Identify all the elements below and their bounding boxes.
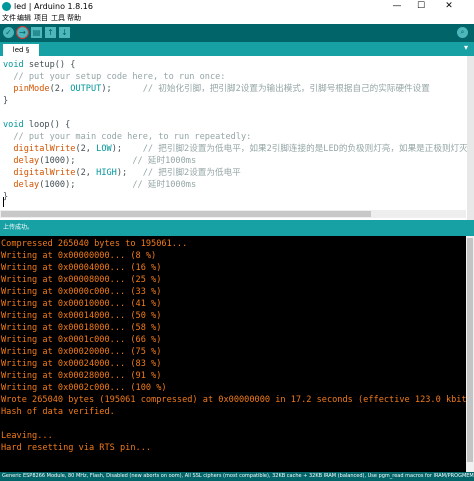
close-button[interactable]: ✕ [438,0,460,13]
code-line: pinMode(2, OUTPUT); // 初始化引脚，把引脚2设置为输出模式… [3,83,430,95]
console-line: Writing at 0x00018000... (58 %) [1,323,162,333]
board-info-bar: Generic ESP8266 Module, 80 MHz, Flash, D… [0,472,474,481]
code-text: (2, [49,84,71,94]
code-editor[interactable]: void setup() { // put your setup code he… [0,56,474,220]
console-line: Writing at 0x00000000... (8 %) [1,251,157,261]
code-line: delay(1000); // 延时1000ms [3,179,196,191]
code-comment: // 延时1000ms [75,156,197,166]
code-keyword: void [3,120,24,130]
code-comment: // put your setup code here, to run once… [3,72,226,82]
code-line: void loop() { [3,119,70,131]
code-text: setup() { [23,60,76,70]
code-comment: // 把引脚2设置为低电平 [127,168,241,178]
console-line: Writing at 0x00014000... (50 %) [1,311,162,321]
code-function: delay [13,180,40,190]
code-line: digitalWrite(2, HIGH); // 把引脚2设置为低电平 [3,167,241,179]
window-title: led | Arduino 1.8.16 [14,2,93,11]
tab-led[interactable]: led § [3,44,39,56]
serial-monitor-button[interactable]: ⌕ [457,27,468,38]
code-text: (1000); [39,180,76,190]
code-text: loop() { [23,120,71,130]
editor-horizontal-scrollbar[interactable] [0,210,466,218]
arduino-logo-icon [2,2,11,11]
console-line: Writing at 0x00004000... (16 %) [1,263,162,273]
code-comment: // 延时1000ms [75,180,197,190]
console-line: Hard resetting via RTS pin... [1,443,152,453]
console-line: Writing at 0x00008000... (25 %) [1,275,162,285]
console-line: Writing at 0x00010000... (41 %) [1,299,162,309]
tab-bar: led § ▾ [0,42,474,56]
console-line: Writing at 0x00020000... (75 %) [1,347,162,357]
toolbar: ✓ → ▤ ↑ ↓ ⌕ [0,24,474,42]
console-line: Writing at 0x0000c000... (33 %) [1,287,162,297]
code-text: (2, [75,144,97,154]
code-text: ); [101,84,112,94]
code-comment: // 把引脚2设置为低电平，如果2引脚连接的是LED的负极则灯亮，如果是正极则灯… [122,144,468,154]
menu-help[interactable]: 帮助 [67,13,81,24]
console-line: Hash of data verified. [1,407,115,417]
upload-button[interactable]: → [16,26,29,39]
status-bar: 上传成功。 [0,220,474,236]
title-bar: led | Arduino 1.8.16 — ☐ ✕ [0,0,474,13]
code-text: (2, [75,168,97,178]
board-info-text: Generic ESP8266 Module, 80 MHz, Flash, D… [2,473,474,479]
console-line: Wrote 265040 bytes (195061 compressed) a… [1,395,474,405]
menu-tools[interactable]: 工具 [51,13,65,24]
code-text: (1000); [39,156,76,166]
console-line: Leaving... [1,431,53,441]
console-line: Writing at 0x00024000... (83 %) [1,359,162,369]
code-line: void setup() { [3,59,75,71]
menu-edit[interactable]: 编辑 [17,13,31,24]
code-constant: OUTPUT [70,84,102,94]
console-output: Compressed 265040 bytes to 195061... Writ… [0,236,474,472]
code-function: pinMode [13,84,50,94]
code-keyword: void [3,60,24,70]
minimize-button[interactable]: — [386,0,408,13]
save-sketch-button[interactable]: ↓ [59,27,70,38]
menu-file[interactable]: 文件 [2,13,16,24]
console-scrollbar[interactable] [466,236,474,472]
status-message: 上传成功。 [3,224,34,231]
scrollbar-thumb[interactable] [1,211,371,217]
console-line: Compressed 265040 bytes to 195061... [1,239,188,249]
code-function: digitalWrite [13,144,76,154]
code-constant: HIGH [96,168,117,178]
menu-bar: 文件 编辑 项目 工具 帮助 [0,13,474,24]
scrollbar-thumb[interactable] [467,238,473,462]
new-sketch-button[interactable]: ▤ [31,27,42,38]
console-line: Writing at 0x0002c000... (100 %) [1,383,167,393]
code-function: digitalWrite [13,168,76,178]
code-comment: // put your main code here, to run repea… [3,132,252,142]
code-line: delay(1000); // 延时1000ms [3,155,196,167]
code-comment: // 初始化引脚，把引脚2设置为输出模式，引脚号根据自己的实际硬件设置 [111,84,430,94]
maximize-button[interactable]: ☐ [410,0,432,13]
menu-sketch[interactable]: 项目 [34,13,48,24]
code-line: digitalWrite(2, LOW); // 把引脚2设置为低电平，如果2引… [3,143,468,155]
code-function: delay [13,156,40,166]
verify-button[interactable]: ✓ [3,27,14,38]
code-text: ); [116,168,128,178]
open-sketch-button[interactable]: ↑ [45,27,56,38]
console-line: Writing at 0x0001c000... (66 %) [1,335,162,345]
console-line: Writing at 0x00028000... (91 %) [1,371,162,381]
tab-menu-icon[interactable]: ▾ [464,43,468,52]
text-cursor [3,197,4,207]
code-line: } [3,96,9,106]
code-text: ); [111,144,123,154]
editor-vertical-scrollbar[interactable] [467,56,474,220]
code-constant: LOW [96,144,112,154]
